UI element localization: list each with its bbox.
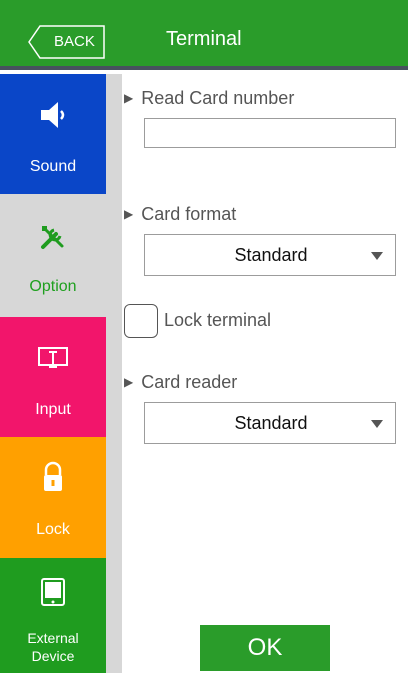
main-content: ▶ Read Card number ▶ Card format Standard … [122,74,408,673]
sidebar-item-label: Input [35,401,71,418]
back-button[interactable]: BACK [28,25,106,59]
card-reader-label: Card reader [141,372,238,392]
device-icon [0,578,106,606]
card-format-select[interactable]: Standard [144,234,396,276]
back-button-label: BACK [54,33,95,50]
card-format-value: Standard [234,245,308,265]
input-icon [0,347,106,371]
card-reader-value: Standard [234,413,308,433]
triangle-bullet-icon: ▶ [124,207,134,221]
lock-terminal-checkbox[interactable] [124,304,158,338]
dropdown-arrow-icon [371,252,383,260]
lock-terminal-label: Lock terminal [164,310,272,330]
card-reader-select[interactable]: Standard [144,402,396,444]
lock-icon [0,461,106,493]
read-card-input[interactable] [144,118,396,148]
sidebar-item-label: Lock [36,521,70,538]
read-card-section: ▶ Read Card number [124,88,294,109]
sidebar-item-external-device[interactable]: External Device [0,558,106,673]
sidebar-item-label: Option [29,278,77,295]
triangle-bullet-icon: ▶ [124,375,134,389]
sidebar-item-sound[interactable]: Sound [0,74,106,194]
card-format-label: Card format [141,204,237,224]
sidebar-divider [106,74,122,673]
sidebar-item-option[interactable]: Option [0,194,106,317]
speaker-icon [0,100,106,130]
dropdown-arrow-icon [371,420,383,428]
sidebar-item-input[interactable]: Input [0,317,106,437]
page-title: Terminal [166,28,242,50]
sidebar: Sound Option Input Lock External Device [0,74,106,673]
sidebar-item-lock[interactable]: Lock [0,437,106,558]
header-bar: BACK Terminal [0,0,408,70]
sidebar-item-label: Sound [29,158,77,175]
ok-button[interactable]: OK [200,625,330,671]
sidebar-item-label-line2: Device [31,648,75,664]
tools-icon [0,224,106,250]
sidebar-item-label-line1: External [27,630,79,646]
read-card-label: Read Card number [141,88,295,108]
card-format-section: ▶ Card format [124,204,236,225]
card-reader-section: ▶ Card reader [124,372,237,393]
triangle-bullet-icon: ▶ [124,91,134,105]
